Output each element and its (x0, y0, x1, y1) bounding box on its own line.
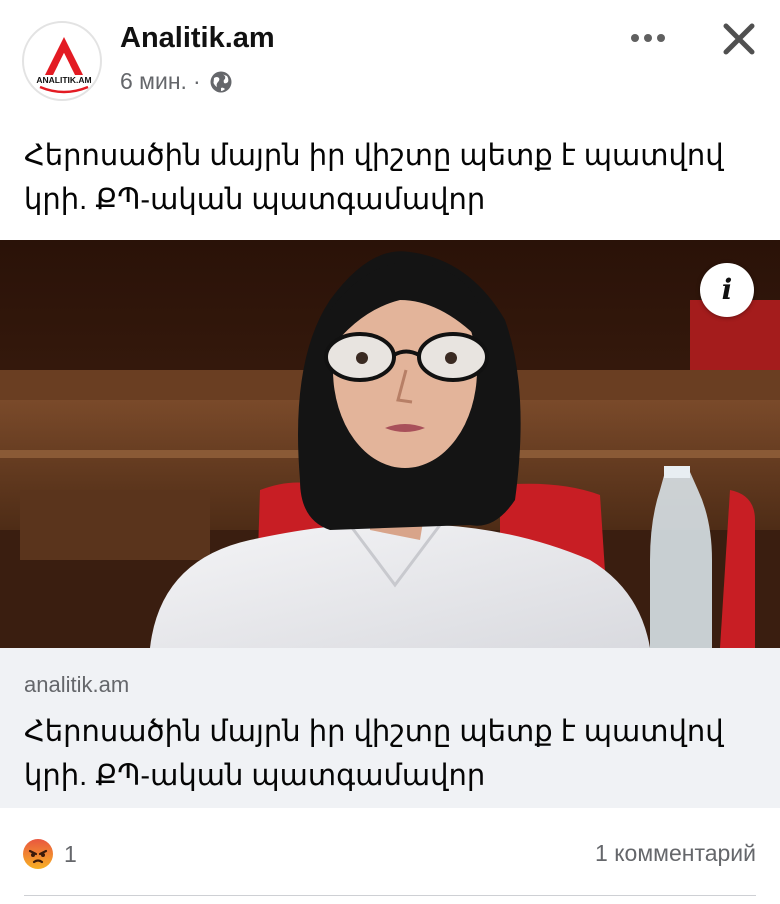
comments-count[interactable]: 1 комментарий (595, 840, 756, 867)
post-image[interactable] (0, 240, 780, 648)
footer-divider (24, 895, 756, 896)
meta-separator: · (192, 68, 201, 94)
link-domain: analitik.am (24, 672, 130, 697)
reaction-count: 1 (64, 840, 77, 867)
page-name[interactable]: Analitik.am (120, 22, 275, 55)
reaction-summary[interactable]: 1 (22, 838, 77, 870)
post-header: ANALITIK.AM Analitik.am 6 мин. · (0, 0, 780, 110)
page-avatar[interactable]: ANALITIK.AM (22, 21, 102, 101)
facebook-post: ANALITIK.AM Analitik.am 6 мин. · Հերոսած… (0, 0, 780, 904)
angry-reaction-icon (23, 839, 53, 869)
post-meta: 6 мин. · (120, 68, 233, 95)
close-icon[interactable] (718, 18, 760, 60)
logo-text: ANALITIK.AM (36, 75, 91, 85)
link-preview[interactable]: analitik.am Հերոսածին մայրն իր վիշտը պետ… (0, 648, 780, 808)
post-time[interactable]: 6 мин. (120, 68, 187, 95)
globe-icon[interactable] (209, 70, 233, 94)
link-title: Հերոսածին մայրն իր վիշտը պետք է պատվով կ… (24, 716, 724, 792)
post-caption: Հերոսածին մայրն իր վիշտը պետք է պատվով կ… (24, 140, 724, 216)
info-icon: i (721, 273, 733, 306)
ad-info-button[interactable]: i (700, 263, 754, 317)
more-options-icon[interactable] (626, 20, 672, 56)
